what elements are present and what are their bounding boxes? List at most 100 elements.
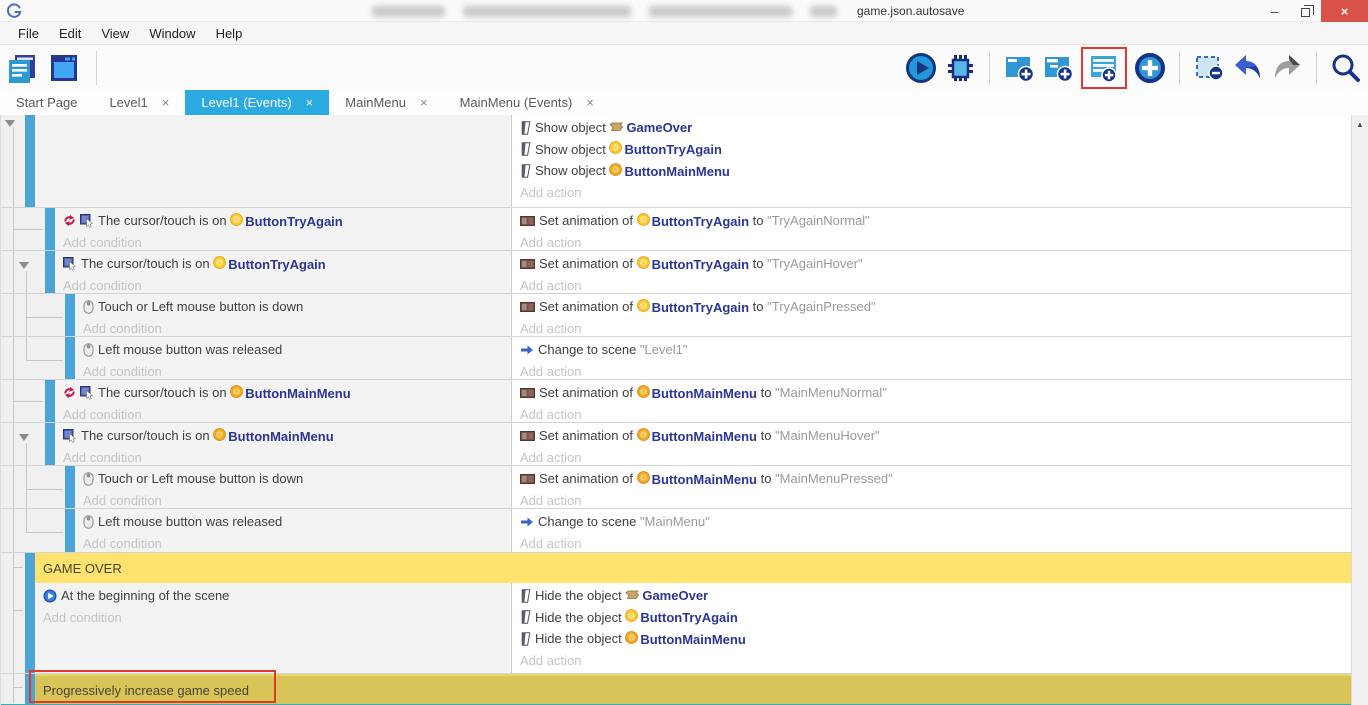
debug-icon[interactable] <box>944 52 976 84</box>
action-line[interactable]: Set animation of ButtonTryAgain to "TryA… <box>520 253 1352 275</box>
collapse-event-icon[interactable] <box>5 120 15 127</box>
conditions-cell[interactable] <box>35 115 511 207</box>
conditions-cell[interactable]: The cursor/touch is on ButtonTryAgainAdd… <box>55 208 511 250</box>
action-line[interactable]: Set animation of ButtonMainMenu to "Main… <box>520 468 1352 490</box>
action-line[interactable]: Hide the object ButtonMainMenu <box>520 628 1352 650</box>
actions-cell[interactable]: Hide the object GameOverHide the object … <box>511 583 1352 673</box>
add-condition-button[interactable]: Add condition <box>83 490 511 509</box>
add-condition-button[interactable]: Add condition <box>43 607 511 629</box>
scroll-up-icon[interactable]: ▲ <box>1356 120 1364 130</box>
add-action-button[interactable]: Add action <box>520 182 1352 204</box>
action-line[interactable]: Hide the object GameOver <box>520 585 1352 607</box>
comment-text[interactable]: Progressively increase game speed <box>35 674 1352 704</box>
action-line[interactable]: Hide the object ButtonTryAgain <box>520 607 1352 629</box>
add-action-button[interactable]: Add action <box>520 232 1352 251</box>
add-action-button[interactable]: Add action <box>520 318 1352 337</box>
add-condition-button[interactable]: Add condition <box>63 404 511 423</box>
search-icon[interactable] <box>1330 52 1362 84</box>
add-condition-button[interactable]: Add condition <box>63 275 511 294</box>
condition-line[interactable]: Touch or Left mouse button is down <box>83 296 511 318</box>
add-sub-event-icon[interactable] <box>1042 52 1074 84</box>
tab-level1-events-[interactable]: Level1 (Events)× <box>185 90 329 115</box>
tab-mainmenu-events-[interactable]: MainMenu (Events)× <box>444 90 610 115</box>
conditions-cell[interactable]: At the beginning of the sceneAdd conditi… <box>35 583 511 673</box>
menu-item-window[interactable]: Window <box>139 24 205 43</box>
menu-item-edit[interactable]: Edit <box>49 24 91 43</box>
actions-cell[interactable]: Set animation of ButtonTryAgain to "TryA… <box>511 208 1352 250</box>
add-action-button[interactable]: Add action <box>520 490 1352 509</box>
action-line[interactable]: Show object ButtonTryAgain <box>520 139 1352 161</box>
condition-line[interactable]: The cursor/touch is on ButtonTryAgain <box>63 253 511 275</box>
conditions-cell[interactable]: Left mouse button was releasedAdd condit… <box>75 509 511 552</box>
conditions-cell[interactable]: The cursor/touch is on ButtonMainMenuAdd… <box>55 423 511 465</box>
delete-event-icon[interactable] <box>1193 52 1225 84</box>
redo-icon[interactable] <box>1271 52 1303 84</box>
condition-line[interactable]: The cursor/touch is on ButtonTryAgain <box>63 210 511 232</box>
menu-item-file[interactable]: File <box>8 24 49 43</box>
menu-item-view[interactable]: View <box>91 24 139 43</box>
add-comment-icon[interactable] <box>1088 52 1120 84</box>
tab-close-icon[interactable]: × <box>420 95 428 110</box>
menu-item-help[interactable]: Help <box>206 24 253 43</box>
undo-icon[interactable] <box>1232 52 1264 84</box>
action-line[interactable]: Change to scene "Level1" <box>520 339 1352 361</box>
add-condition-button[interactable]: Add condition <box>83 533 511 553</box>
preview-play-icon[interactable] <box>905 52 937 84</box>
add-action-button[interactable]: Add action <box>520 361 1352 380</box>
restore-button[interactable] <box>1290 0 1321 22</box>
collapse-event-icon[interactable] <box>19 434 29 441</box>
condition-line[interactable]: At the beginning of the scene <box>43 585 511 607</box>
add-action-button[interactable]: Add action <box>520 404 1352 423</box>
action-line[interactable]: Show object GameOver <box>520 117 1352 139</box>
comment-row[interactable]: Progressively increase game speed <box>1 674 1352 704</box>
add-action-button[interactable]: Add action <box>520 533 1352 553</box>
tab-close-icon[interactable]: × <box>306 95 314 110</box>
actions-cell[interactable]: Set animation of ButtonTryAgain to "TryA… <box>511 294 1352 336</box>
condition-line[interactable]: Touch or Left mouse button is down <box>83 468 511 490</box>
add-condition-button[interactable]: Add condition <box>63 232 511 251</box>
tab-close-icon[interactable]: × <box>586 95 594 110</box>
conditions-cell[interactable]: Left mouse button was releasedAdd condit… <box>75 337 511 379</box>
action-line[interactable]: Set animation of ButtonMainMenu to "Main… <box>520 382 1352 404</box>
action-line[interactable]: Change to scene "MainMenu" <box>520 511 1352 533</box>
add-condition-button[interactable]: Add condition <box>83 361 511 380</box>
action-line[interactable]: Set animation of ButtonTryAgain to "TryA… <box>520 296 1352 318</box>
conditions-cell[interactable]: The cursor/touch is on ButtonTryAgainAdd… <box>55 251 511 293</box>
tab-mainmenu[interactable]: MainMenu× <box>329 90 443 115</box>
add-action-button[interactable]: Add action <box>520 447 1352 466</box>
comment-text[interactable]: GAME OVER <box>35 553 1352 583</box>
conditions-cell[interactable]: The cursor/touch is on ButtonMainMenuAdd… <box>55 380 511 422</box>
start-page-icon[interactable] <box>48 52 80 84</box>
add-action-button[interactable]: Add action <box>520 275 1352 294</box>
condition-line[interactable]: The cursor/touch is on ButtonMainMenu <box>63 425 511 447</box>
action-line[interactable]: Set animation of ButtonTryAgain to "TryA… <box>520 210 1352 232</box>
tab-start-page[interactable]: Start Page <box>0 90 93 115</box>
project-manager-icon[interactable] <box>6 52 38 84</box>
add-action-button[interactable]: Add action <box>520 650 1352 672</box>
tab-close-icon[interactable]: × <box>162 95 170 110</box>
actions-cell[interactable]: Set animation of ButtonMainMenu to "Main… <box>511 466 1352 508</box>
action-line[interactable]: Set animation of ButtonMainMenu to "Main… <box>520 425 1352 447</box>
add-condition-button[interactable]: Add condition <box>83 318 511 337</box>
add-standard-event-icon[interactable] <box>1003 52 1035 84</box>
tab-level1[interactable]: Level1× <box>93 90 185 115</box>
conditions-cell[interactable]: Touch or Left mouse button is downAdd co… <box>75 294 511 336</box>
actions-cell[interactable]: Show object GameOverShow object ButtonTr… <box>511 115 1352 207</box>
close-button[interactable]: × <box>1321 0 1368 22</box>
actions-cell[interactable]: Set animation of ButtonMainMenu to "Main… <box>511 380 1352 422</box>
condition-line[interactable]: Left mouse button was released <box>83 511 511 533</box>
collapse-event-icon[interactable] <box>19 262 29 269</box>
actions-cell[interactable]: Set animation of ButtonMainMenu to "Main… <box>511 423 1352 465</box>
minimize-button[interactable]: – <box>1259 0 1290 22</box>
condition-line[interactable]: The cursor/touch is on ButtonMainMenu <box>63 382 511 404</box>
action-line[interactable]: Show object ButtonMainMenu <box>520 160 1352 182</box>
condition-line[interactable]: Left mouse button was released <box>83 339 511 361</box>
vertical-scrollbar[interactable]: ▲ <box>1351 115 1368 705</box>
comment-row[interactable]: GAME OVER <box>1 553 1352 583</box>
add-condition-button[interactable]: Add condition <box>63 447 511 466</box>
conditions-cell[interactable]: Touch or Left mouse button is downAdd co… <box>75 466 511 508</box>
actions-cell[interactable]: Set animation of ButtonTryAgain to "TryA… <box>511 251 1352 293</box>
actions-cell[interactable]: Change to scene "Level1"Add action <box>511 337 1352 379</box>
add-event-plus-icon[interactable] <box>1134 52 1166 84</box>
actions-cell[interactable]: Change to scene "MainMenu"Add action <box>511 509 1352 552</box>
